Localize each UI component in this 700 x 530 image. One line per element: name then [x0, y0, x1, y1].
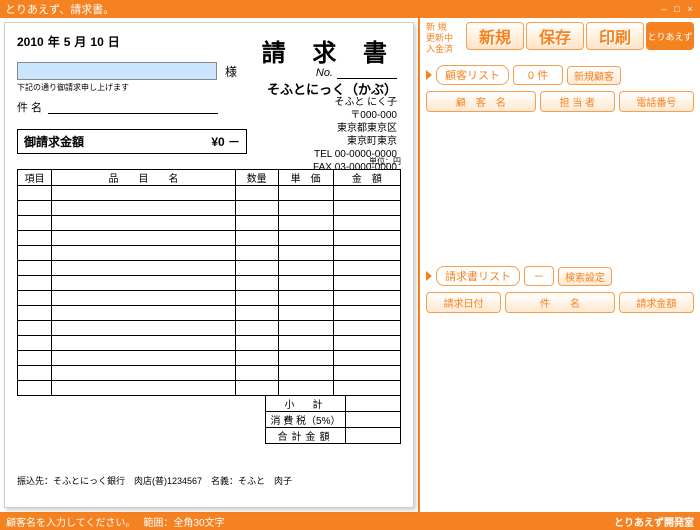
- bank-info: 振込先：そふとにっく銀行 肉店(普)1234567 名義：そふと 肉子: [17, 474, 401, 487]
- summary-table: 小 計 消 費 税（5%） 合計金額: [265, 395, 401, 444]
- window-controls: – □ ×: [659, 4, 695, 14]
- subtotal-label: 小 計: [266, 396, 346, 412]
- brand-label: とりあえず開発室: [614, 514, 694, 529]
- customer-list-area[interactable]: [426, 116, 694, 266]
- title-bar: とりあえず、請求書。 – □ ×: [0, 0, 700, 18]
- invoice-list-area[interactable]: [426, 317, 694, 437]
- line-items-table: 項目 品 目 名 数量 単 価 金 額: [17, 169, 401, 396]
- table-row[interactable]: [18, 276, 401, 291]
- company-info: そふとにっく（かぶ） そふと にく子 〒000-000 東京都東京区 東京町東京…: [267, 83, 397, 174]
- date-day: 10: [90, 35, 103, 49]
- col-phone[interactable]: 電話番号: [619, 91, 694, 112]
- customer-count: 0 件: [513, 65, 563, 85]
- status-message: 顧客名を入力してください。: [6, 514, 135, 529]
- new-customer-button[interactable]: 新規顧客: [567, 66, 621, 85]
- status-bar: 顧客名を入力してください。 範囲：全角30文字 とりあえず開発室: [0, 512, 700, 530]
- col-invoice-amount[interactable]: 請求金額: [619, 292, 694, 313]
- logo-button[interactable]: とりあえず: [646, 22, 694, 50]
- date-year: 2010: [17, 35, 44, 49]
- print-button[interactable]: 印刷: [586, 22, 644, 50]
- table-row[interactable]: [18, 231, 401, 246]
- status-box: 新 規 更新中 入金済: [426, 22, 464, 55]
- table-row[interactable]: [18, 291, 401, 306]
- invoice-list-label: 請求書リスト: [436, 266, 520, 286]
- col-item: 項目: [18, 170, 52, 186]
- minimize-icon[interactable]: –: [659, 4, 669, 14]
- total-amount: 御請求金額 ¥0 －: [17, 129, 247, 154]
- side-panel: 新 規 更新中 入金済 新規 保存 印刷 とりあえず 顧客リスト 0 件 新規顧…: [420, 18, 700, 512]
- invoice-count: －: [524, 266, 554, 286]
- invoice-preview-panel: 2010 年 5 月 10 日 請 求 書 No. 様 下記の通り御請求申し上げ…: [0, 18, 420, 512]
- subject-label: 件 名: [17, 99, 42, 115]
- table-row[interactable]: [18, 246, 401, 261]
- chevron-right-icon: [426, 271, 432, 281]
- table-row[interactable]: [18, 186, 401, 201]
- table-row[interactable]: [18, 306, 401, 321]
- subject-input[interactable]: [48, 100, 218, 114]
- table-row[interactable]: [18, 261, 401, 276]
- col-person[interactable]: 担 当 者: [540, 91, 615, 112]
- chevron-right-icon: [426, 70, 432, 80]
- date-month: 5: [64, 35, 71, 49]
- col-name: 品 目 名: [52, 170, 236, 186]
- table-row[interactable]: [18, 216, 401, 231]
- customer-list-label: 顧客リスト: [436, 65, 509, 85]
- table-row[interactable]: [18, 201, 401, 216]
- maximize-icon[interactable]: □: [672, 4, 682, 14]
- table-row[interactable]: [18, 366, 401, 381]
- col-invoice-date[interactable]: 請求日付: [426, 292, 501, 313]
- invoice-number: No.: [316, 67, 397, 79]
- table-row[interactable]: [18, 381, 401, 396]
- status-range: 範囲：全角30文字: [143, 514, 224, 529]
- tax-label: 消 費 税（5%）: [266, 412, 346, 428]
- close-icon[interactable]: ×: [685, 4, 695, 14]
- sama-suffix: 様: [225, 63, 237, 80]
- table-row[interactable]: [18, 351, 401, 366]
- customer-name-input[interactable]: [17, 62, 217, 80]
- new-button[interactable]: 新規: [466, 22, 524, 50]
- invoice-title: 請 求 書: [262, 33, 397, 68]
- col-invoice-subject[interactable]: 件 名: [505, 292, 615, 313]
- col-customer-name[interactable]: 顧 客 名: [426, 91, 536, 112]
- table-row[interactable]: [18, 321, 401, 336]
- grand-total-label: 合計金額: [266, 428, 346, 444]
- search-settings-button[interactable]: 検索設定: [558, 267, 612, 286]
- table-row[interactable]: [18, 336, 401, 351]
- app-title: とりあえず、請求書。: [5, 1, 114, 17]
- save-button[interactable]: 保存: [526, 22, 584, 50]
